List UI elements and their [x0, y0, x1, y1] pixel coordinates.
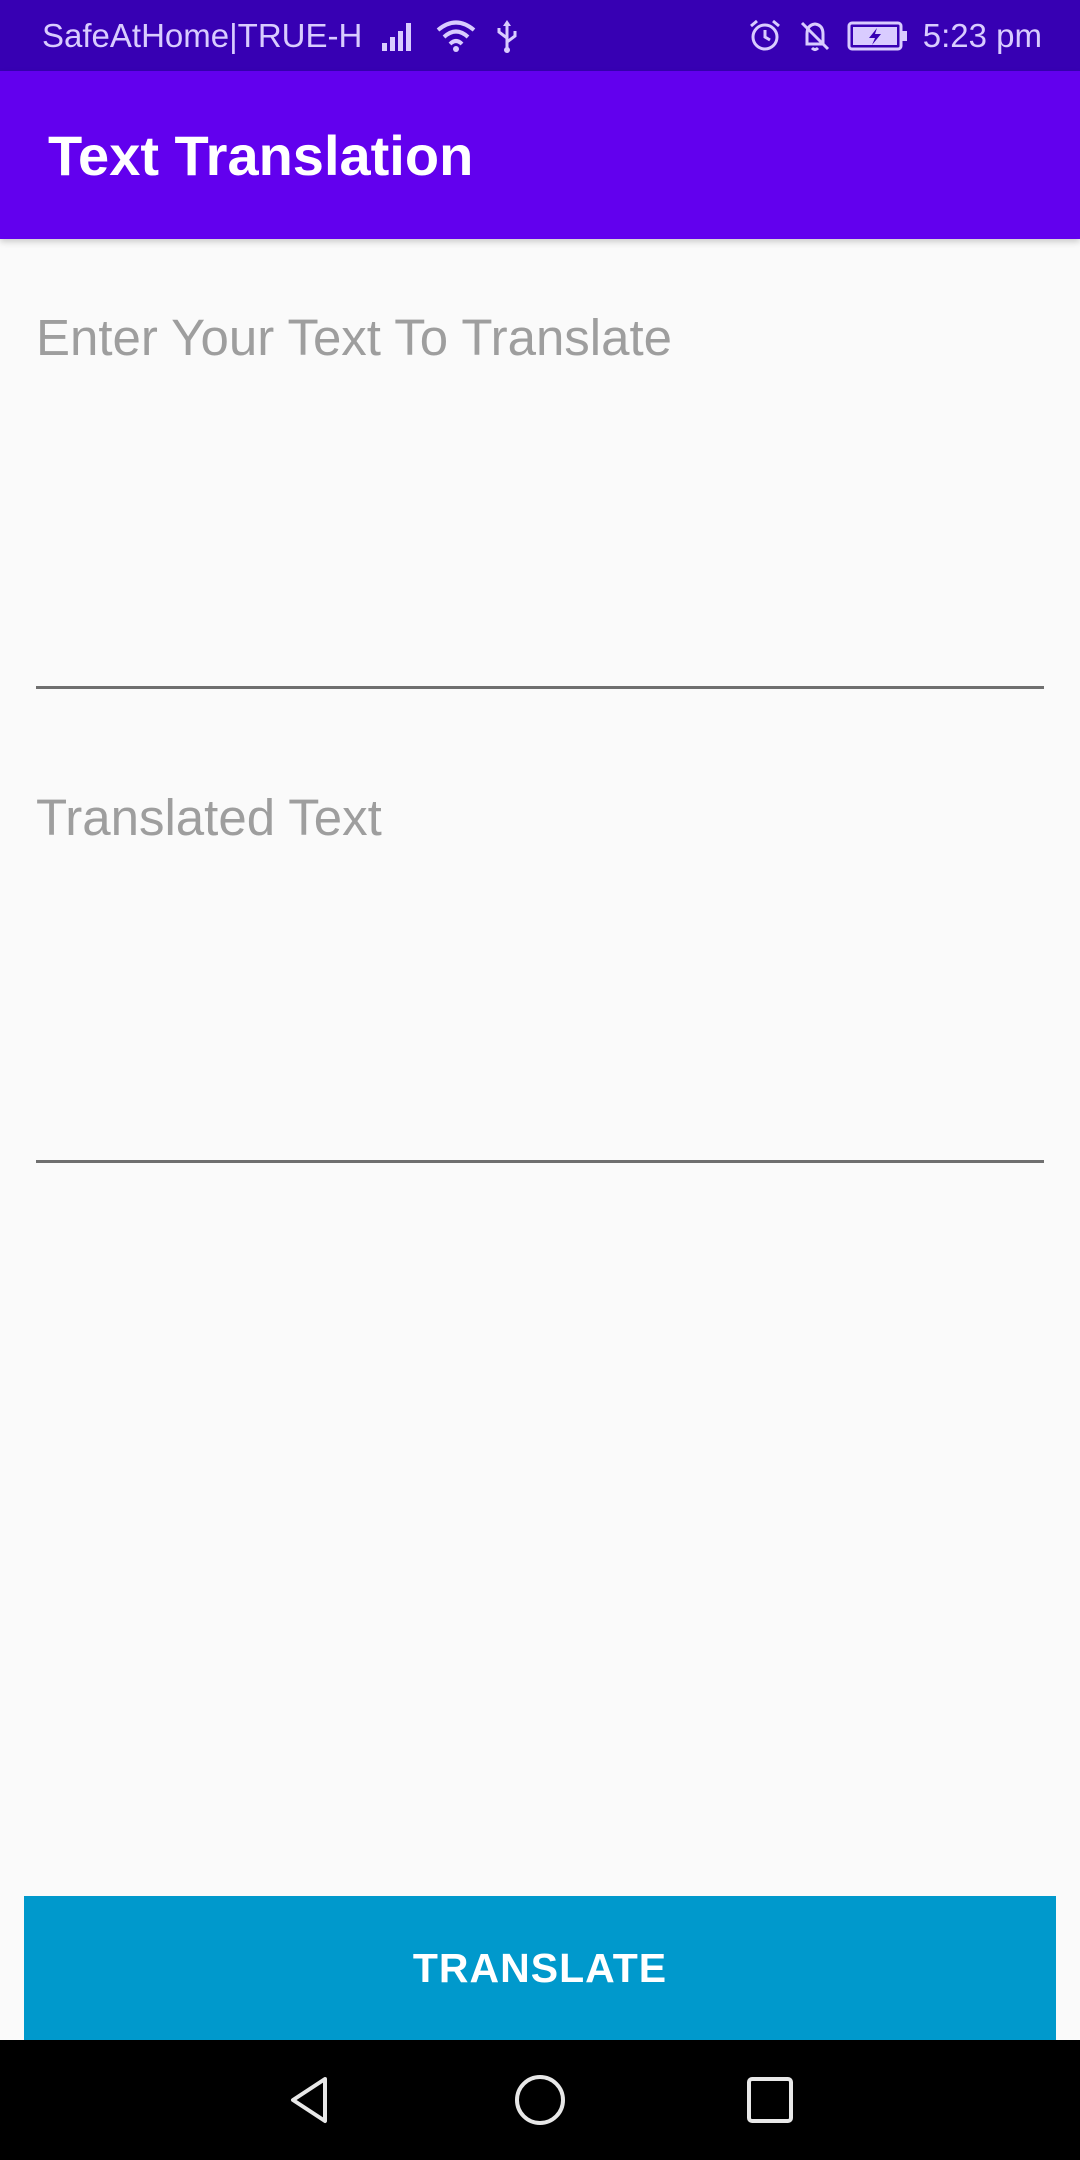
home-button[interactable] — [425, 2040, 655, 2160]
page-title: Text Translation — [48, 123, 474, 187]
alarm-icon — [747, 18, 783, 54]
notifications-off-icon — [797, 18, 833, 54]
usb-icon — [494, 18, 520, 54]
source-text-input[interactable] — [36, 280, 1044, 686]
status-time: 5:23 pm — [922, 16, 1042, 54]
battery-charging-icon — [847, 19, 909, 53]
carrier-name: SafeAtHome|TRUE-H — [42, 16, 363, 54]
home-icon — [515, 2075, 565, 2125]
status-right: 5:23 pm — [747, 17, 1042, 55]
signal-icon — [380, 19, 418, 53]
translated-text-input[interactable] — [36, 760, 1044, 1160]
translated-text-field[interactable] — [36, 760, 1044, 1163]
app-bar: Text Translation — [0, 71, 1080, 239]
source-text-field[interactable] — [36, 280, 1044, 689]
recents-icon — [747, 2077, 793, 2123]
recents-button[interactable] — [655, 2040, 885, 2160]
navigation-bar — [0, 2040, 1080, 2160]
back-button[interactable] — [195, 2040, 425, 2160]
wifi-icon — [436, 19, 476, 53]
status-bar: SafeAtHome|TRUE-H 5:23 pm — [0, 0, 1080, 71]
back-icon — [291, 2077, 327, 2123]
translate-button[interactable]: TRANSLATE — [24, 1896, 1056, 2040]
status-left: SafeAtHome|TRUE-H — [42, 17, 747, 55]
